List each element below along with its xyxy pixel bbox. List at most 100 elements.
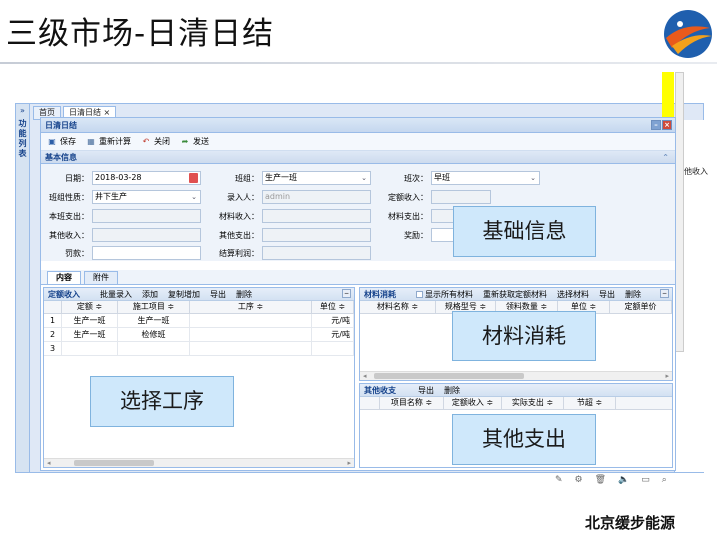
delete-button[interactable]: 删除	[236, 289, 252, 300]
show-all-materials-label: 显示所有材料	[425, 289, 473, 299]
vertical-scrollbar[interactable]	[675, 72, 684, 352]
column-header[interactable]: 定额 ≑	[62, 301, 118, 313]
close-button[interactable]: ↶ 关闭	[141, 136, 170, 147]
calendar-icon[interactable]	[189, 173, 198, 183]
function-list-sidebar[interactable]: » 功能列表	[16, 104, 30, 472]
callout-basic-info: 基础信息	[453, 206, 596, 257]
save-button[interactable]: ▣ 保存	[47, 136, 76, 147]
batch-entry-button[interactable]: 批量录入	[100, 289, 132, 300]
add-button[interactable]: 添加	[142, 289, 158, 300]
project-cell[interactable]: 检修班	[118, 328, 190, 341]
quota-cell[interactable]	[62, 342, 118, 355]
refetch-quota-materials-button[interactable]: 重新获取定额材料	[483, 289, 547, 300]
delete-button[interactable]: 删除	[625, 289, 641, 300]
zoom-icon[interactable]: ⌕	[662, 475, 667, 485]
shift-select[interactable]: 早班 ⌄	[431, 171, 540, 185]
column-header[interactable]: 实际支出 ≑	[502, 397, 564, 409]
unit-cell[interactable]: 元/吨	[312, 314, 354, 327]
send-button[interactable]: ➦ 发送	[180, 136, 209, 147]
other-toolbar: 其他收支 导出 删除	[360, 384, 672, 397]
minimize-button[interactable]: –	[651, 120, 661, 130]
show-all-materials-checkbox[interactable]: 显示所有材料	[416, 289, 473, 300]
close-arrow-icon: ↶	[142, 136, 150, 146]
column-header	[360, 397, 380, 409]
date-field[interactable]: 2018-03-28	[92, 171, 201, 185]
pen-icon[interactable]: ✎	[555, 475, 563, 485]
column-header[interactable]: 工序 ≑	[190, 301, 312, 313]
settings-icon[interactable]: ⚙	[575, 475, 583, 485]
process-cell[interactable]	[190, 342, 312, 355]
process-cell[interactable]	[190, 314, 312, 327]
scroll-right-icon[interactable]: ▸	[347, 459, 351, 467]
quota-cell[interactable]: 生产一班	[62, 314, 118, 327]
checkbox-icon[interactable]	[416, 290, 423, 298]
expand-arrow-icon[interactable]: »	[16, 106, 29, 115]
group-select[interactable]: 生产一班 ⌄	[262, 171, 371, 185]
row-number: 2	[44, 328, 62, 341]
basic-info-header[interactable]: 基本信息 ⌃	[41, 151, 675, 164]
unit-cell[interactable]: 元/吨	[312, 328, 354, 341]
material-income-label: 材料收入：	[219, 212, 259, 221]
save-label: 保存	[60, 137, 76, 146]
recalculate-label: 重新计算	[99, 137, 131, 146]
chevron-down-icon: ⌄	[361, 174, 367, 182]
collapse-icon[interactable]: −	[660, 289, 669, 298]
callout-material-consumption: 材料消耗	[452, 311, 596, 361]
close-label: 关闭	[154, 137, 170, 146]
select-material-button[interactable]: 选择材料	[557, 289, 589, 300]
window-titlebar[interactable]: 日清日结 – ×	[41, 118, 675, 133]
detail-tabs: 内容 附件	[41, 270, 675, 285]
material-income-field	[262, 209, 371, 223]
project-cell[interactable]	[118, 342, 190, 355]
group-label: 班组：	[235, 174, 259, 183]
column-header[interactable]: 定额单价	[610, 301, 672, 313]
column-header[interactable]: 施工项目 ≑	[118, 301, 190, 313]
quota-income-field	[431, 190, 491, 204]
trash-icon[interactable]: 🗑	[595, 475, 606, 485]
penalty-field[interactable]	[92, 246, 201, 260]
self-expense-field	[92, 209, 201, 223]
slide-title: 三级市场-日清日结	[6, 16, 275, 52]
scroll-left-icon[interactable]: ◂	[363, 372, 367, 380]
column-header[interactable]: 项目名称 ≑	[380, 397, 444, 409]
quota-cell[interactable]: 生产一班	[62, 328, 118, 341]
table-row[interactable]: 2 生产一班 检修班 元/吨	[44, 328, 354, 342]
horizontal-scrollbar[interactable]: ◂ ▸	[360, 371, 672, 380]
audio-icon[interactable]: 🔈	[618, 475, 629, 485]
close-window-button[interactable]: ×	[662, 120, 672, 130]
scroll-left-icon[interactable]: ◂	[47, 459, 51, 467]
group-nature-select[interactable]: 井下生产 ⌄	[92, 190, 201, 204]
column-header[interactable]: 定额收入 ≑	[444, 397, 502, 409]
delete-button[interactable]: 删除	[444, 385, 460, 396]
table-row[interactable]: 3	[44, 342, 354, 356]
company-footer: 北京缓步能源	[585, 514, 676, 532]
project-cell[interactable]: 生产一班	[118, 314, 190, 327]
tab-content[interactable]: 内容	[47, 271, 81, 284]
column-header[interactable]: 单位 ≑	[312, 301, 354, 313]
export-button[interactable]: 导出	[599, 289, 615, 300]
export-button[interactable]: 导出	[418, 385, 434, 396]
recalculate-button[interactable]: ▦ 重新计算	[86, 136, 131, 147]
copy-add-button[interactable]: 复制增加	[168, 289, 200, 300]
quota-toolbar: 定额收入 批量录入 添加 复制增加 导出 删除 −	[44, 288, 354, 301]
screen-icon[interactable]: ▭	[641, 475, 650, 485]
unit-cell[interactable]	[312, 342, 354, 355]
column-header[interactable]: 材料名称 ≑	[360, 301, 436, 313]
horizontal-scrollbar[interactable]: ◂ ▸	[44, 458, 354, 467]
quota-grid-header: 定额 ≑ 施工项目 ≑ 工序 ≑ 单位 ≑	[44, 301, 354, 314]
export-button[interactable]: 导出	[210, 289, 226, 300]
other-grid-header: 项目名称 ≑ 定额收入 ≑ 实际支出 ≑ 节超 ≑	[360, 397, 672, 410]
collapse-up-icon[interactable]: ⌃	[662, 151, 669, 164]
group-nature-value: 井下生产	[95, 192, 127, 201]
bonus-label: 奖励：	[404, 231, 428, 240]
column-header[interactable]: 节超 ≑	[564, 397, 616, 409]
table-row[interactable]: 1 生产一班 生产一班 元/吨	[44, 314, 354, 328]
collapse-icon[interactable]: −	[342, 289, 351, 298]
function-list-label: 功能列表	[18, 119, 27, 158]
process-cell[interactable]	[190, 328, 312, 341]
scroll-thumb[interactable]	[74, 460, 154, 466]
scroll-thumb[interactable]	[374, 373, 524, 379]
tab-attachment[interactable]: 附件	[84, 271, 118, 284]
shift-value: 早班	[434, 173, 450, 182]
scroll-right-icon[interactable]: ▸	[665, 372, 669, 380]
